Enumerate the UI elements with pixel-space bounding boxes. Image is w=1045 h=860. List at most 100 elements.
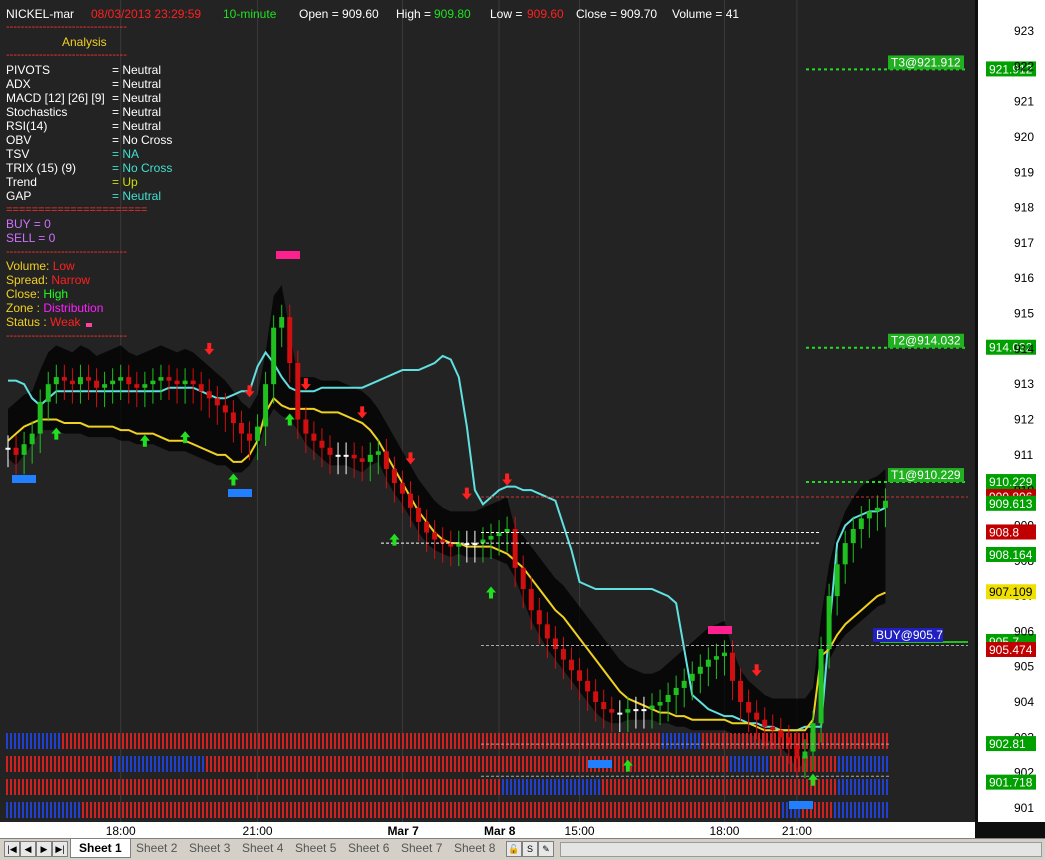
tab-sheet-6[interactable]: Sheet 6 [340, 839, 397, 857]
volume-bar [242, 802, 244, 818]
signal-badge [228, 489, 252, 497]
volume-bar [786, 756, 788, 772]
tab-sheet-8[interactable]: Sheet 8 [446, 839, 503, 857]
lock-icon[interactable]: 🔓 [506, 841, 522, 857]
volume-bar [10, 733, 12, 749]
volume-bar [486, 733, 488, 749]
volume-bar [250, 779, 252, 795]
volume-bar [654, 802, 656, 818]
volume-bar [618, 802, 620, 818]
candle-body [762, 719, 768, 727]
volume-bar [862, 756, 864, 772]
volume-bar [702, 779, 704, 795]
y-tick-label: 917 [1014, 236, 1034, 250]
s-icon[interactable]: S [522, 841, 538, 857]
volume-bar [822, 802, 824, 818]
volume-bar [618, 779, 620, 795]
volume-bar [614, 802, 616, 818]
volume-bar [374, 779, 376, 795]
y-tick-label: 901 [1014, 801, 1034, 815]
volume-bar [370, 779, 372, 795]
volume-bar [842, 733, 844, 749]
volume-bar [326, 756, 328, 772]
volume-bar [470, 733, 472, 749]
volume-bar [366, 733, 368, 749]
candle-body [126, 377, 132, 385]
volume-bar [330, 779, 332, 795]
volume-bar [858, 779, 860, 795]
prev-icon[interactable]: ◀ [20, 841, 36, 857]
tab-sheet-4[interactable]: Sheet 4 [234, 839, 291, 857]
volume-bar [114, 802, 116, 818]
volume-bar [730, 733, 732, 749]
volume-bar [826, 779, 828, 795]
volume-bar [730, 756, 732, 772]
volume-bar [62, 756, 64, 772]
horizontal-scrollbar[interactable] [560, 842, 1042, 857]
volume-bar [750, 733, 752, 749]
first-icon[interactable]: |◀ [4, 841, 20, 857]
volume-bar [106, 733, 108, 749]
symbol-label: NICKEL-mar [6, 7, 74, 21]
y-tick-label: 920 [1014, 130, 1034, 144]
target-label: BUY@905.7 [876, 628, 943, 642]
volume-bar [858, 756, 860, 772]
volume-bar [258, 733, 260, 749]
price-chart[interactable]: T3@921.912 921.912T2@914.032 914.032T1@910… [0, 0, 1045, 859]
indicator-label: TSV [6, 147, 29, 161]
volume-bar [390, 756, 392, 772]
volume-bar [418, 802, 420, 818]
tab-sheet-7[interactable]: Sheet 7 [393, 839, 450, 857]
volume-bar [554, 802, 556, 818]
tab-sheet-1[interactable]: Sheet 1 [70, 839, 131, 858]
volume-bar [666, 756, 668, 772]
volume-bar [618, 756, 620, 772]
volume-bar [530, 802, 532, 818]
volume-bar [286, 802, 288, 818]
volume-bar [222, 756, 224, 772]
volume-bar [310, 802, 312, 818]
volume-bar [54, 756, 56, 772]
indicator-value: = Neutral [112, 119, 161, 133]
volume-bar [770, 756, 772, 772]
volume-bar [654, 756, 656, 772]
last-icon[interactable]: ▶| [52, 841, 68, 857]
volume-bar [278, 756, 280, 772]
volume-bar [114, 756, 116, 772]
indicator-value: = Neutral [112, 91, 161, 105]
volume-bar [462, 779, 464, 795]
candle-body [343, 454, 349, 457]
tab-sheet-5[interactable]: Sheet 5 [287, 839, 344, 857]
volume-bar [138, 733, 140, 749]
volume-bar [294, 802, 296, 818]
volume-bar [314, 802, 316, 818]
candle-body [383, 451, 389, 469]
pen-icon[interactable]: ✎ [538, 841, 554, 857]
candle-body [480, 539, 486, 544]
volume-bar [262, 779, 264, 795]
volume-bar [266, 756, 268, 772]
status-row: Spread: Narrow [6, 273, 90, 287]
volume-bar [54, 733, 56, 749]
volume-bar [846, 802, 848, 818]
volume-bar [254, 733, 256, 749]
volume-bar [462, 756, 464, 772]
volume-bar [758, 756, 760, 772]
indicator-value: = Neutral [112, 77, 161, 91]
volume-bar [434, 756, 436, 772]
volume-bar [134, 733, 136, 749]
volume-bar [534, 733, 536, 749]
next-icon[interactable]: ▶ [36, 841, 52, 857]
volume-bar [58, 756, 60, 772]
volume-bar [226, 756, 228, 772]
volume-bar [146, 802, 148, 818]
volume-bar [210, 802, 212, 818]
volume-bar [322, 756, 324, 772]
tab-sheet-2[interactable]: Sheet 2 [128, 839, 185, 857]
tab-sheet-3[interactable]: Sheet 3 [181, 839, 238, 857]
volume-bar [414, 779, 416, 795]
volume-bar [770, 779, 772, 795]
indicator-label: RSI(14) [6, 119, 47, 133]
volume-bar [482, 756, 484, 772]
volume-bar [146, 756, 148, 772]
